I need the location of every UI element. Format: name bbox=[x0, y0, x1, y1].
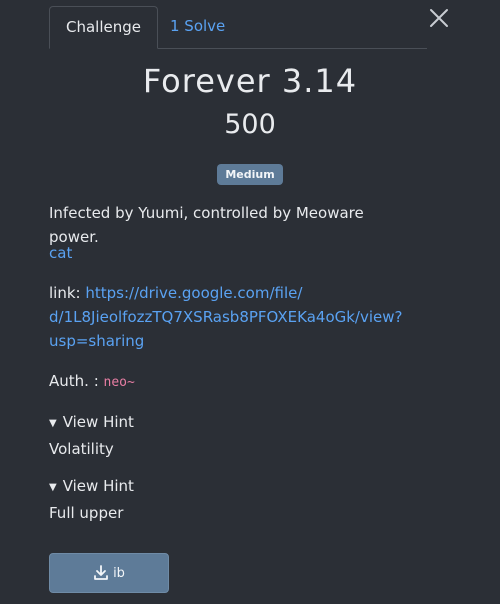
tab-bar: Challenge 1 Solve bbox=[49, 6, 427, 49]
challenge-points: 500 bbox=[224, 109, 276, 140]
close-button[interactable] bbox=[427, 6, 451, 30]
challenge-title: Forever 3.14 bbox=[142, 62, 358, 100]
drive-link-part1[interactable]: https://drive.google.com/file/ bbox=[85, 284, 302, 302]
close-icon bbox=[430, 9, 448, 27]
download-icon bbox=[94, 565, 108, 580]
download-file-name: ib bbox=[113, 565, 125, 581]
hint-toggle-1[interactable]: ▼ View Hint bbox=[49, 410, 134, 437]
difficulty-badge: Medium bbox=[217, 164, 283, 185]
link-label: link: bbox=[49, 284, 81, 302]
drive-link-part3[interactable]: usp=sharing bbox=[49, 332, 144, 350]
download-file-button[interactable]: ib bbox=[49, 553, 169, 593]
hint-summary-1: View Hint bbox=[62, 413, 134, 431]
drive-link-part2[interactable]: d/1L8JieolfozzTQ7XSRasb8PFOXEKa4oGk/view… bbox=[49, 308, 403, 326]
author-name: neo~ bbox=[103, 375, 135, 390]
hint-2: ▼ View Hint Full upper bbox=[49, 474, 134, 525]
category-link[interactable]: cat bbox=[49, 244, 72, 262]
disclosure-triangle-icon: ▼ bbox=[49, 418, 57, 429]
hint-1: ▼ View Hint Volatility bbox=[49, 410, 134, 461]
tab-solves[interactable]: 1 Solve bbox=[154, 6, 241, 47]
hint-content-2: Full upper bbox=[49, 504, 124, 522]
link-paragraph: link: https://drive.google.com/file/ d/1… bbox=[49, 281, 403, 353]
description-text: Infected by Yuumi, controlled by Meoware… bbox=[49, 204, 364, 246]
tab-challenge[interactable]: Challenge bbox=[49, 6, 158, 49]
hint-content-1: Volatility bbox=[49, 440, 114, 458]
author-line: Auth. : neo~ bbox=[49, 369, 135, 395]
hint-summary-2: View Hint bbox=[62, 477, 134, 495]
challenge-modal: Challenge 1 Solve Forever 3.14 500 Mediu… bbox=[0, 0, 500, 604]
hint-toggle-2[interactable]: ▼ View Hint bbox=[49, 474, 134, 501]
disclosure-triangle-icon: ▼ bbox=[49, 482, 57, 493]
author-label: Auth. : bbox=[49, 372, 99, 390]
